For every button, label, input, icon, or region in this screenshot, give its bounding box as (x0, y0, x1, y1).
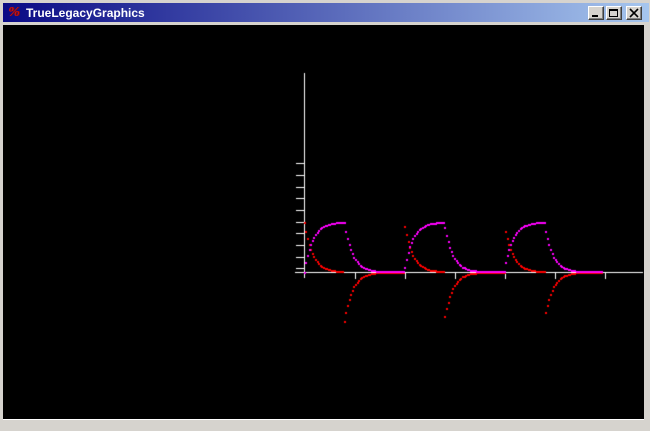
close-icon (629, 7, 639, 18)
maximize-icon (609, 8, 618, 17)
titlebar[interactable]: % TrueLegacyGraphics (3, 3, 649, 22)
waveform-plot-canvas (3, 25, 644, 419)
window-controls (588, 5, 647, 20)
plot-client-area (3, 25, 644, 419)
window-title: TrueLegacyGraphics (26, 5, 145, 20)
minimize-icon (592, 14, 598, 17)
app-window: % TrueLegacyGraphics (0, 0, 652, 431)
close-button[interactable] (626, 5, 642, 20)
maximize-button[interactable] (606, 5, 622, 20)
app-icon[interactable]: % (6, 5, 22, 21)
minimize-button[interactable] (588, 5, 604, 20)
